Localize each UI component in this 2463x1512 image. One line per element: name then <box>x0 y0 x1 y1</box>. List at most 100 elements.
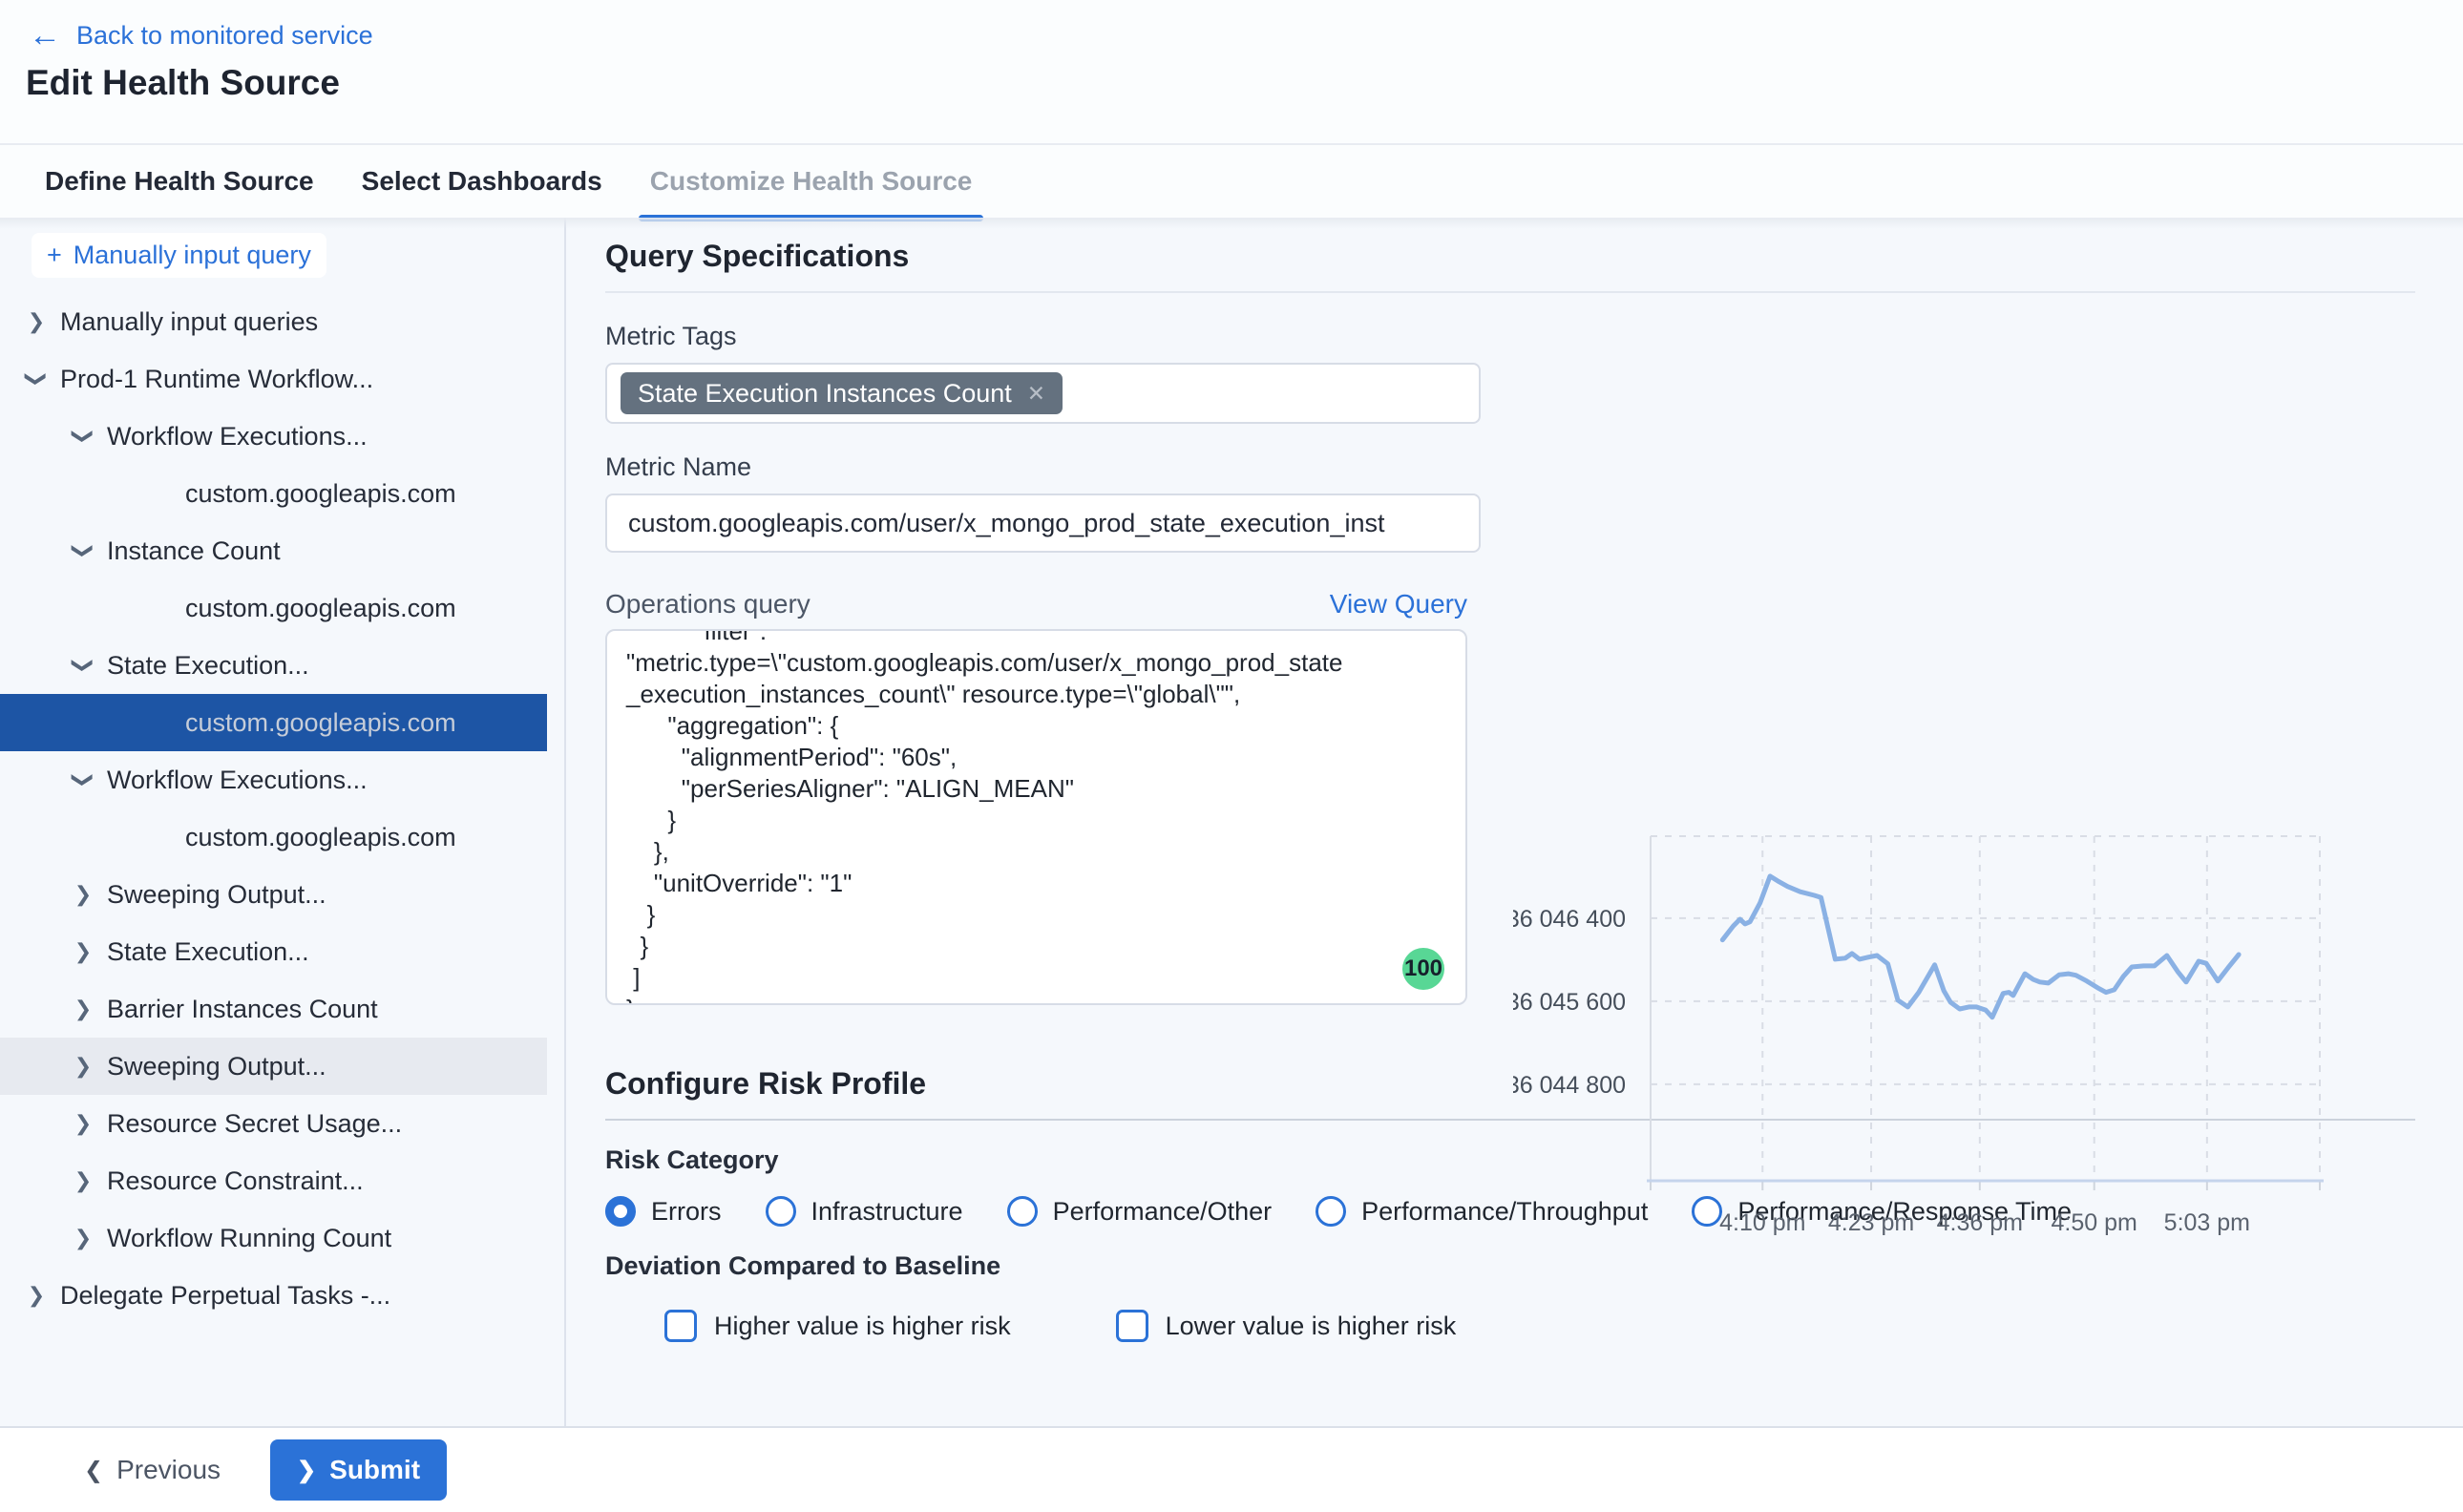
metric-tree: ❯ Manually input queries ❯Prod-1 Runtime W… <box>0 293 564 1324</box>
back-link[interactable]: ← Back to monitored service <box>29 19 373 52</box>
metric-name-label: Metric Name <box>605 452 2415 482</box>
chevron-right-icon[interactable]: ❯ <box>71 1111 95 1136</box>
risk-category-option[interactable]: Performance/Other <box>1007 1196 1273 1227</box>
content-area: + Manually input query ❯ Manually input q… <box>0 218 2463 1426</box>
checkbox[interactable] <box>1116 1310 1148 1342</box>
tree-item-label: Sweeping Output... <box>107 880 326 910</box>
close-icon[interactable]: ✕ <box>1027 381 1045 407</box>
tree-item-label: Workflow Running Count <box>107 1224 391 1253</box>
submit-button-label: Submit <box>329 1455 420 1485</box>
chevron-down-icon[interactable]: ❯ <box>71 424 95 449</box>
checkbox[interactable] <box>664 1310 697 1342</box>
tree-item[interactable]: ❯ Delegate Perpetual Tasks -... <box>0 1267 547 1324</box>
add-manual-query-button[interactable]: + Manually input query <box>32 233 326 278</box>
deviation-option[interactable]: Lower value is higher risk <box>1116 1310 1457 1342</box>
tree-item[interactable]: ❯ Manually input queries <box>0 293 547 350</box>
risk-category-option[interactable]: Errors <box>605 1196 722 1227</box>
footer-bar: ❮ Previous ❯ Submit <box>0 1426 2463 1512</box>
operations-query-label: Operations query <box>605 589 810 620</box>
previous-button[interactable]: ❮ Previous <box>84 1455 221 1485</box>
risk-category-option[interactable]: Infrastructure <box>766 1196 963 1227</box>
tree-item-label: Sweeping Output... <box>107 1052 326 1082</box>
timeseries-chart-svg: 36 046 40036 045 60036 044 8004:10 pm4:2… <box>1513 817 2353 1266</box>
tab-label: Select Dashboards <box>362 166 602 197</box>
chevron-down-icon[interactable]: ❯ <box>71 538 95 563</box>
back-arrow-icon: ← <box>29 19 61 52</box>
tree-item-label: Delegate Perpetual Tasks -... <box>60 1281 390 1311</box>
radio-button[interactable] <box>1316 1196 1346 1227</box>
edit-health-source-page: ← Back to monitored service Edit Health … <box>0 0 2463 1512</box>
tree-item-label: Resource Constraint... <box>107 1166 364 1196</box>
metric-name-input[interactable]: custom.googleapis.com/user/x_mongo_prod_… <box>605 494 1481 553</box>
chevron-left-icon: ❮ <box>84 1457 103 1484</box>
tree-item[interactable]: ❯Barrier Instances Count <box>0 980 547 1038</box>
chevron-right-icon[interactable]: ❯ <box>71 882 95 907</box>
radio-label: Errors <box>651 1197 722 1227</box>
tab-customize-health-source[interactable]: Customize Health Source <box>639 145 984 218</box>
tree-item[interactable]: ❯Prod-1 Runtime Workflow... <box>0 350 547 408</box>
tree-item[interactable]: ❯ Workflow Running Count <box>0 1209 547 1267</box>
tree-item[interactable]: ❯custom.googleapis.com <box>0 694 547 751</box>
chart-y-axis-label: 36 046 400 <box>1513 906 1626 933</box>
radio-label: Infrastructure <box>811 1197 963 1227</box>
checkbox-label: Lower value is higher risk <box>1166 1312 1457 1341</box>
radio-button[interactable] <box>605 1196 636 1227</box>
chevron-down-icon[interactable]: ❯ <box>71 653 95 678</box>
chevron-right-icon[interactable]: ❯ <box>71 1168 95 1193</box>
tree-item[interactable]: ❯ Sweeping Output... <box>0 866 547 923</box>
page-title: Edit Health Source <box>26 63 2463 103</box>
metric-tag-chip: State Execution Instances Count ✕ <box>621 372 1063 414</box>
chevron-right-icon[interactable]: ❯ <box>71 1226 95 1250</box>
add-manual-query-label: Manually input query <box>74 241 311 270</box>
chart-x-axis-label: 4:50 pm <box>2052 1209 2137 1236</box>
tree-item-label: custom.googleapis.com <box>185 708 456 738</box>
tree-item[interactable]: ❯ Resource Secret Usage... <box>0 1095 547 1152</box>
radio-label: Performance/Other <box>1053 1197 1273 1227</box>
chevron-down-icon[interactable]: ❯ <box>24 367 49 391</box>
radio-button[interactable] <box>1007 1196 1038 1227</box>
metric-tags-input[interactable]: State Execution Instances Count ✕ <box>605 363 1481 424</box>
back-link-label: Back to monitored service <box>76 21 373 51</box>
tree-item[interactable]: ❯ Resource Constraint... <box>0 1152 547 1209</box>
chevron-down-icon[interactable]: ❯ <box>71 767 95 792</box>
tree-item-label: State Execution... <box>107 651 309 681</box>
tree-item[interactable]: ❯Workflow Executions... <box>0 408 547 465</box>
tree-item[interactable]: ❯custom.googleapis.com <box>0 465 547 522</box>
tree-item[interactable]: ❯Instance Count <box>0 522 547 579</box>
radio-button[interactable] <box>766 1196 796 1227</box>
submit-button[interactable]: ❯ Submit <box>270 1439 447 1501</box>
deviation-checkbox-group: Higher value is higher risk Lower value i… <box>664 1310 2415 1342</box>
chevron-right-icon[interactable]: ❯ <box>71 939 95 964</box>
tree-item-label: Manually input queries <box>60 307 318 337</box>
tree-item[interactable]: ❯custom.googleapis.com <box>0 579 547 637</box>
chevron-right-icon[interactable]: ❯ <box>71 997 95 1021</box>
tree-item-label: custom.googleapis.com <box>185 823 456 852</box>
metric-preview-chart: 36 046 40036 045 60036 044 8004:10 pm4:2… <box>1513 817 2353 1266</box>
view-query-link[interactable]: View Query <box>1330 589 1467 620</box>
chevron-right-icon[interactable]: ❯ <box>24 309 49 334</box>
operations-query-textarea[interactable]: "filter": "metric.type=\"custom.googleap… <box>605 629 1467 1005</box>
tree-item-label: Resource Secret Usage... <box>107 1109 402 1139</box>
chart-y-axis-label: 36 044 800 <box>1513 1072 1626 1099</box>
query-specifications-title: Query Specifications <box>605 239 2415 274</box>
chevron-right-icon: ❯ <box>297 1457 316 1484</box>
operations-query-text: "filter": "metric.type=\"custom.googleap… <box>607 629 1465 1005</box>
tree-item[interactable]: ❯ State Execution... <box>0 923 547 980</box>
tree-item[interactable]: ❯custom.googleapis.com <box>0 808 547 866</box>
metric-name-value: custom.googleapis.com/user/x_mongo_prod_… <box>628 509 1384 538</box>
chevron-right-icon[interactable]: ❯ <box>24 1283 49 1308</box>
page-header: ← Back to monitored service Edit Health … <box>0 0 2463 143</box>
tree-item[interactable]: ❯Workflow Executions... <box>0 751 547 808</box>
operations-query-row: Operations query View Query <box>605 589 1467 620</box>
previous-button-label: Previous <box>116 1455 221 1485</box>
tab-label: Define Health Source <box>45 166 314 197</box>
tab-select-dashboards[interactable]: Select Dashboards <box>350 145 614 218</box>
tree-item[interactable]: ❯ Sweeping Output... <box>0 1038 547 1095</box>
chart-x-axis-label: 4:23 pm <box>1828 1209 1914 1236</box>
deviation-option[interactable]: Higher value is higher risk <box>664 1310 1011 1342</box>
tab-define-health-source[interactable]: Define Health Source <box>33 145 326 218</box>
tree-item-label: State Execution... <box>107 937 309 967</box>
tree-item[interactable]: ❯ State Execution... <box>0 637 547 694</box>
plus-icon: + <box>47 241 62 270</box>
chevron-right-icon[interactable]: ❯ <box>71 1054 95 1079</box>
